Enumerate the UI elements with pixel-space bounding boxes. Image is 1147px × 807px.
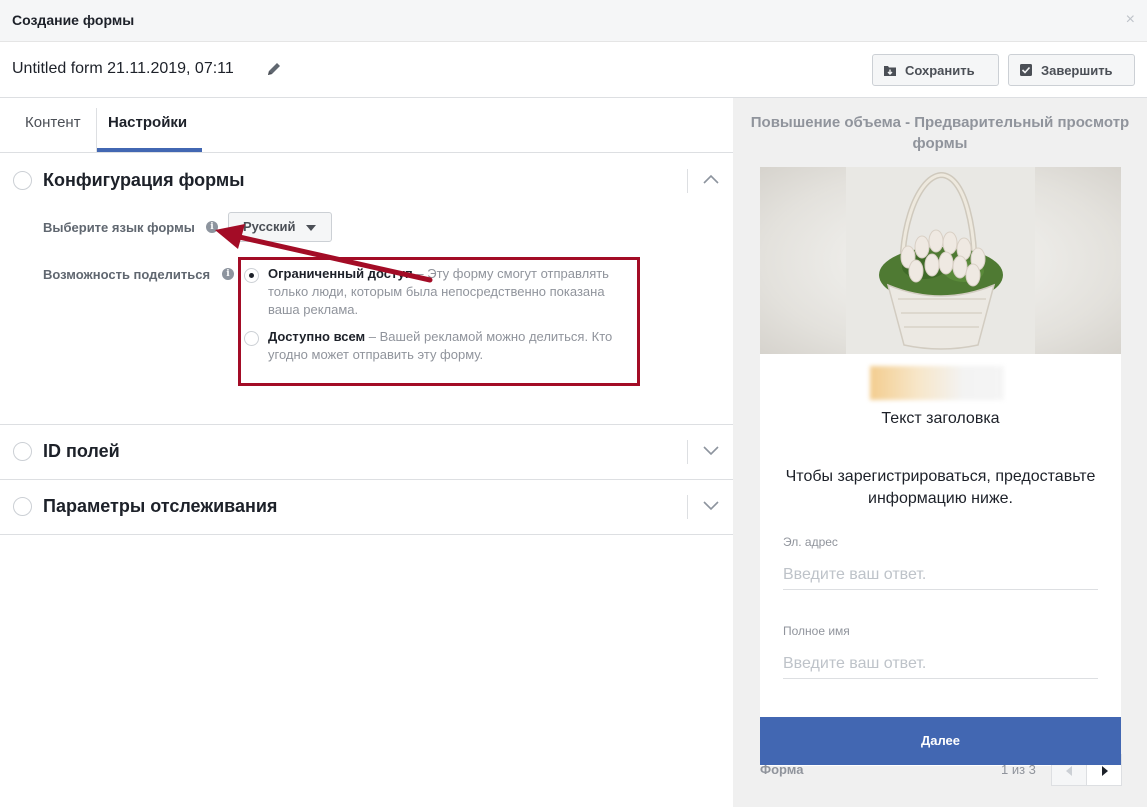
fullname-field-label: Полное имя (783, 624, 850, 638)
chevron-down-icon[interactable] (702, 444, 720, 456)
save-icon (884, 65, 896, 76)
dialog-title: Создание формы (12, 12, 135, 28)
section-divider (687, 495, 688, 519)
language-select[interactable]: Русский (228, 212, 332, 242)
radio-public-access[interactable] (244, 331, 259, 346)
email-field-label: Эл. адрес (783, 535, 838, 549)
email-field[interactable] (783, 560, 1098, 590)
finish-button-label: Завершить (1041, 62, 1113, 78)
tab-divider (96, 108, 97, 152)
option-restricted-access: Ограниченный доступ – Эту форму смогут о… (268, 265, 628, 319)
page-name-blurred (870, 366, 1004, 400)
section-config-header[interactable]: Конфигурация формы (0, 153, 733, 208)
section-tracking-title: Параметры отслеживания (43, 496, 278, 516)
tab-settings[interactable]: Настройки (108, 114, 187, 131)
section-field-ids-status (13, 442, 32, 461)
preview-headline: Текст заголовка (881, 410, 1000, 427)
tab-content[interactable]: Контент (25, 114, 81, 131)
form-name-bar: Untitled form 21.11.2019, 07:11 Сохранит… (0, 42, 1147, 98)
language-value: Русский (243, 219, 296, 234)
option-restricted-title: Ограниченный доступ (268, 266, 413, 281)
info-icon[interactable]: i (222, 268, 234, 280)
save-button[interactable]: Сохранить (872, 54, 999, 86)
fullname-field[interactable] (783, 649, 1098, 679)
dialog-titlebar: Создание формы × (0, 0, 1147, 42)
form-preview-card: Текст заголовка Чтобы зарегистрироваться… (760, 167, 1121, 766)
save-button-label: Сохранить (905, 62, 975, 78)
settings-panel: Контент Настройки Конфигурация формы Выб… (0, 98, 733, 807)
sharing-options-highlight: Ограниченный доступ – Эту форму смогут о… (238, 257, 640, 386)
finish-button[interactable]: Завершить (1008, 54, 1135, 86)
preview-panel: Повышение объема - Предварительный просм… (733, 98, 1147, 807)
info-icon[interactable]: i (206, 221, 218, 233)
active-tab-indicator (97, 148, 202, 152)
tab-bar: Контент Настройки (0, 98, 733, 153)
option-public-access: Доступно всем – Вашей рекламой можно дел… (268, 328, 628, 364)
form-name: Untitled form 21.11.2019, 07:11 (12, 60, 234, 77)
preview-intro: Чтобы зарегистрироваться, предоставьте и… (785, 468, 1096, 507)
chevron-down-icon[interactable] (702, 499, 720, 511)
next-button[interactable]: Далее (760, 717, 1121, 765)
sharing-label: Возможность поделиться (43, 267, 211, 282)
section-divider (687, 169, 688, 193)
close-icon[interactable]: × (1126, 12, 1135, 28)
finish-icon (1020, 64, 1032, 76)
section-tracking-status (13, 497, 32, 516)
section-config-status (13, 171, 32, 190)
section-config-title: Конфигурация формы (43, 170, 245, 190)
cover-image (846, 167, 1035, 354)
section-divider (687, 440, 688, 464)
option-public-title: Доступно всем (268, 329, 366, 344)
chevron-up-icon[interactable] (702, 173, 720, 185)
section-tracking-header[interactable]: Параметры отслеживания (0, 480, 733, 535)
pencil-icon[interactable] (266, 61, 282, 77)
caret-down-icon (306, 225, 316, 231)
language-label: Выберите язык формы (43, 220, 195, 235)
section-field-ids-title: ID полей (43, 441, 120, 461)
next-icon (1102, 766, 1108, 776)
section-separator (0, 534, 733, 535)
radio-restricted-access[interactable] (244, 268, 259, 283)
preview-title: Повышение объема - Предварительный просм… (750, 114, 1130, 152)
section-field-ids-header[interactable]: ID полей (0, 425, 733, 480)
prev-icon (1066, 766, 1072, 776)
